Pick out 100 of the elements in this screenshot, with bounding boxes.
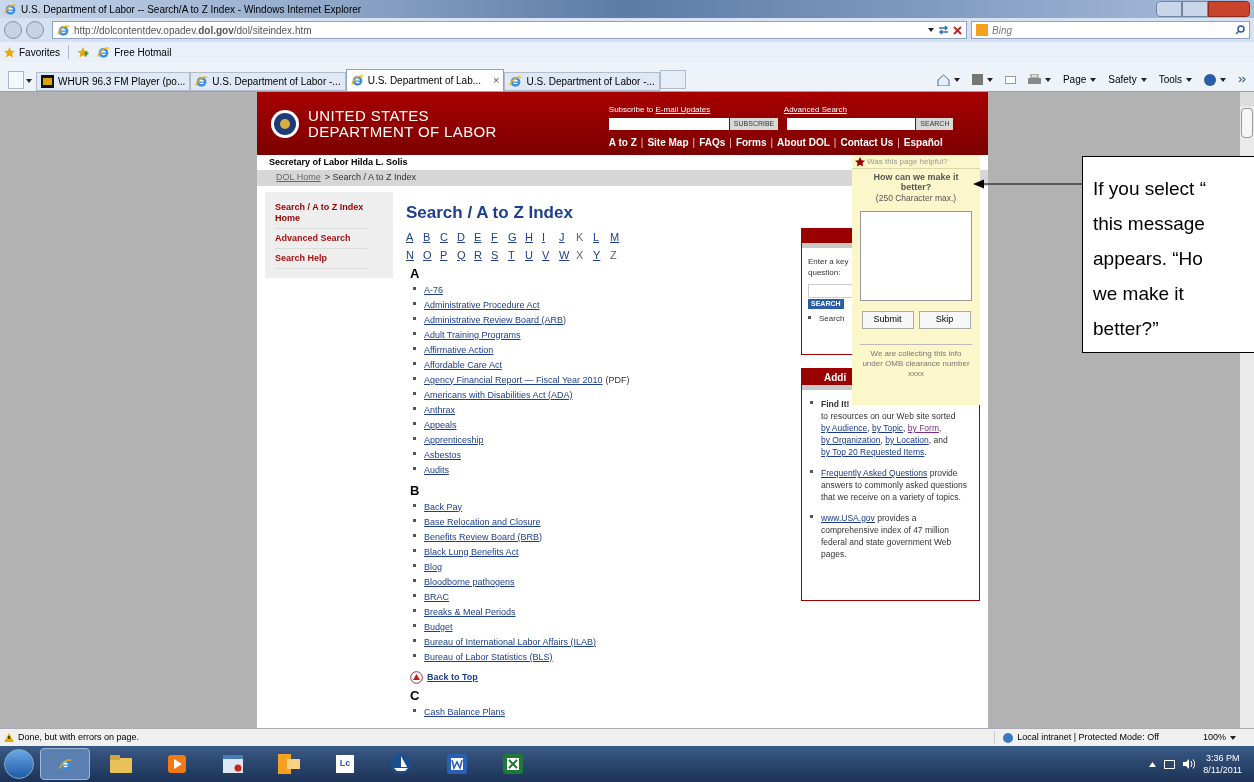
- link[interactable]: www.USA.gov: [821, 513, 875, 523]
- letter-link[interactable]: D: [457, 229, 468, 244]
- index-link[interactable]: Audits: [424, 463, 449, 477]
- index-link[interactable]: BRAC: [424, 590, 449, 604]
- sidebar-link[interactable]: Advanced Search: [275, 229, 367, 249]
- favorite-link[interactable]: Free Hotmail: [97, 44, 172, 60]
- zoom-level[interactable]: 100%: [1202, 730, 1236, 745]
- index-link[interactable]: Agency Financial Report — Fiscal Year 2010: [424, 373, 603, 387]
- command-menu[interactable]: Safety: [1108, 72, 1147, 87]
- volume-icon[interactable]: [1183, 759, 1196, 769]
- browser-tab[interactable]: WHUR 96.3 FM Player (po...: [36, 72, 191, 91]
- tray-arrow-icon[interactable]: [1149, 761, 1157, 767]
- letter-link[interactable]: H: [525, 229, 536, 244]
- start-button[interactable]: [4, 749, 34, 779]
- nav-link[interactable]: FAQs: [699, 135, 726, 150]
- command-menu[interactable]: Page: [1062, 72, 1097, 87]
- nav-link[interactable]: A to Z: [608, 135, 637, 150]
- letter-link[interactable]: B: [423, 229, 434, 244]
- link[interactable]: Frequently Asked Questions: [821, 468, 928, 478]
- index-link[interactable]: Benefits Review Board (BRB): [424, 530, 543, 544]
- print-icon[interactable]: [1027, 73, 1041, 86]
- letter-link[interactable]: J: [559, 229, 570, 244]
- taskbar-app[interactable]: Lc: [320, 748, 370, 780]
- browser-tab[interactable]: U.S. Department of Labor -...: [190, 72, 346, 91]
- letter-link[interactable]: R: [474, 247, 485, 262]
- command-menu[interactable]: Tools: [1158, 72, 1192, 87]
- letter-link[interactable]: C: [440, 229, 451, 244]
- index-link[interactable]: Bloodborne pathogens: [424, 575, 515, 589]
- index-link[interactable]: Breaks & Meal Periods: [424, 605, 516, 619]
- letter-link[interactable]: P: [440, 247, 451, 262]
- letter-link[interactable]: U: [525, 247, 536, 262]
- search-input[interactable]: [787, 118, 916, 130]
- letter-link[interactable]: W: [559, 247, 570, 262]
- nav-link[interactable]: Forms: [735, 135, 767, 150]
- letter-link[interactable]: L: [593, 229, 604, 244]
- sidebar-link[interactable]: Search Help: [275, 249, 367, 269]
- refresh-icon[interactable]: [938, 25, 949, 35]
- letter-link[interactable]: Y: [593, 247, 604, 262]
- index-link[interactable]: Appeals: [424, 418, 457, 432]
- browser-tab[interactable]: U.S. Department of Labor -...: [504, 72, 660, 91]
- letter-link[interactable]: N: [406, 247, 417, 262]
- back-to-top-link[interactable]: Back to Top: [427, 670, 478, 684]
- link[interactable]: by Organization: [821, 435, 881, 445]
- letter-link[interactable]: G: [508, 229, 519, 244]
- index-link[interactable]: Bureau of Labor Statistics (BLS): [424, 650, 553, 664]
- letter-link[interactable]: Q: [457, 247, 468, 262]
- browser-tab[interactable]: U.S. Department of Lab... ×: [345, 69, 505, 91]
- more-icon[interactable]: [1238, 76, 1246, 83]
- feed-icon[interactable]: [971, 74, 983, 85]
- minimize-button[interactable]: [1156, 1, 1182, 17]
- letter-link[interactable]: M: [610, 229, 621, 244]
- index-link[interactable]: Cash Balance Plans: [424, 706, 506, 720]
- search-icon[interactable]: [1235, 25, 1245, 35]
- nav-link[interactable]: Contact Us: [840, 135, 894, 150]
- index-link[interactable]: Black Lung Benefits Act: [424, 545, 519, 559]
- letter-link[interactable]: F: [491, 229, 502, 244]
- letter-link[interactable]: S: [491, 247, 502, 262]
- index-link[interactable]: A-76: [424, 283, 443, 297]
- index-link[interactable]: Budget: [424, 620, 453, 634]
- breadcrumb-link[interactable]: DOL Home: [276, 171, 321, 185]
- index-link[interactable]: Affordable Care Act: [424, 358, 502, 372]
- letter-link[interactable]: I: [542, 229, 553, 244]
- letter-link[interactable]: V: [542, 247, 553, 262]
- nav-link[interactable]: About DOL: [777, 135, 830, 150]
- link[interactable]: Advanced Search: [783, 104, 847, 116]
- quick-tabs-button[interactable]: [8, 71, 24, 89]
- back-button[interactable]: [4, 21, 22, 39]
- letter-link[interactable]: O: [423, 247, 434, 262]
- address-field[interactable]: http://dolcontentdev.opadev.dol.gov/dol/siteindex.htm: [52, 21, 967, 39]
- search-field[interactable]: Bing: [971, 21, 1250, 39]
- add-favorite-icon[interactable]: [77, 46, 90, 58]
- index-link[interactable]: Apprenticeship: [424, 433, 484, 447]
- nav-link[interactable]: Español: [903, 135, 943, 150]
- index-link[interactable]: Affirmative Action: [424, 343, 494, 357]
- index-link[interactable]: Asbestos: [424, 448, 462, 462]
- index-link[interactable]: Back Pay: [424, 500, 463, 514]
- index-link[interactable]: Administrative Review Board (ARB): [424, 313, 567, 327]
- close-button[interactable]: [1208, 1, 1250, 17]
- nav-link[interactable]: Site Map: [647, 135, 689, 150]
- link[interactable]: E-mail Updates: [655, 105, 711, 114]
- maximize-button[interactable]: [1182, 1, 1208, 17]
- email-input[interactable]: [608, 118, 729, 130]
- favorites-button[interactable]: Favorites: [4, 44, 61, 60]
- network-icon[interactable]: [1164, 759, 1176, 769]
- forward-button[interactable]: [26, 21, 44, 39]
- feedback-textarea[interactable]: [860, 210, 972, 301]
- stop-icon[interactable]: [953, 25, 962, 35]
- index-link[interactable]: Blog: [424, 560, 442, 574]
- letter-link[interactable]: A: [406, 229, 417, 244]
- index-link[interactable]: Base Relocation and Closure: [424, 515, 541, 529]
- help-icon[interactable]: [1204, 73, 1216, 86]
- letter-link[interactable]: E: [474, 229, 485, 244]
- close-tab-button[interactable]: ×: [493, 72, 500, 89]
- index-link[interactable]: Bureau of International Labor Affairs (ILAB): [424, 635, 596, 649]
- scrollbar-thumb[interactable]: [1241, 108, 1253, 138]
- index-link[interactable]: Anthrax: [424, 403, 456, 417]
- letter-link[interactable]: T: [508, 247, 519, 262]
- sidebar-link[interactable]: Search / A to Z Index Home: [275, 198, 367, 229]
- feedback-button[interactable]: Submit: [861, 310, 914, 329]
- feedback-button[interactable]: Skip: [918, 310, 971, 329]
